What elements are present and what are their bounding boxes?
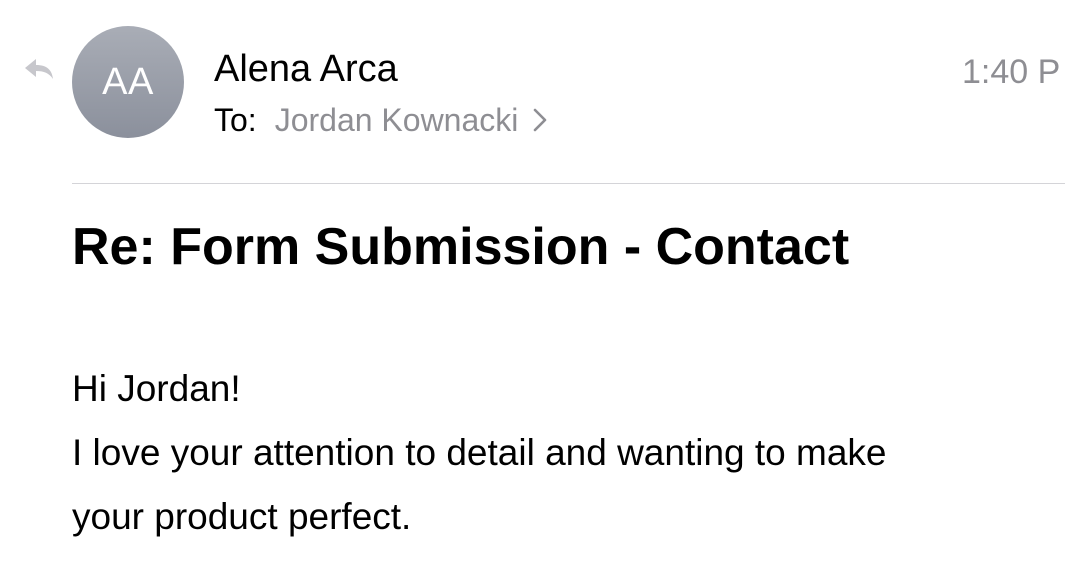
avatar-initials: AA: [102, 60, 154, 103]
body-greeting: Hi Jordan!: [72, 368, 241, 409]
message-body: Hi Jordan! I love your attention to deta…: [72, 357, 1062, 549]
to-label: To:: [214, 101, 257, 138]
avatar[interactable]: AA: [72, 26, 184, 138]
message-timestamp: 1:40 P: [962, 53, 1061, 91]
reply-arrow-icon: [22, 55, 56, 83]
message-subject: Re: Form Submission - Contact: [72, 218, 850, 276]
body-line: your product perfect.: [72, 496, 412, 537]
header-divider: [72, 183, 1065, 184]
email-message-view: AA Alena Arca To: Jordan Kownacki 1:40 P…: [0, 0, 1065, 581]
recipient-name[interactable]: Jordan Kownacki: [275, 102, 519, 139]
body-line: I love your attention to detail and want…: [72, 432, 887, 473]
sender-name[interactable]: Alena Arca: [214, 47, 398, 91]
chevron-right-icon[interactable]: [532, 107, 548, 133]
recipient-line[interactable]: To: Jordan Kownacki: [214, 100, 548, 140]
